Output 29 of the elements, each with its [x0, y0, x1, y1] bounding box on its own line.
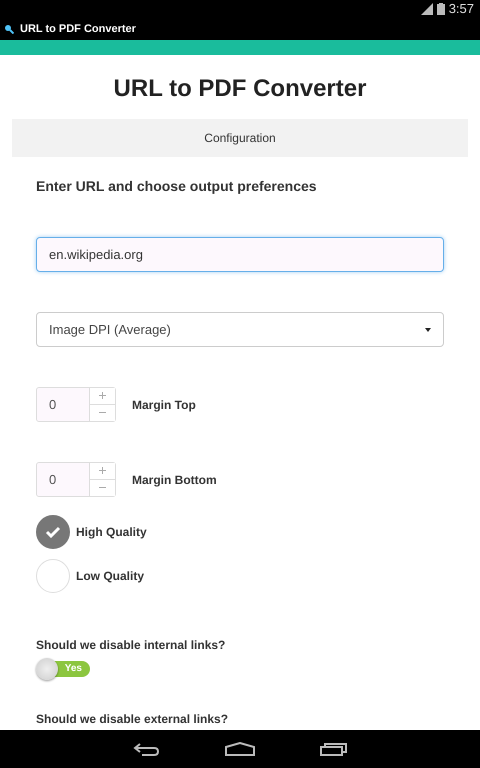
signal-icon: [420, 3, 433, 15]
radio-button[interactable]: [36, 515, 70, 549]
spinner-label: Margin Bottom: [132, 472, 217, 488]
battery-icon: [436, 3, 445, 15]
number-spinner[interactable]: 0: [36, 462, 116, 497]
question-text: Should we disable internal links?: [36, 637, 226, 654]
page-title: URL to PDF Converter: [112, 74, 368, 104]
plus-icon: [99, 392, 106, 400]
increment-button[interactable]: [90, 463, 115, 479]
app-title: URL to PDF Converter: [20, 22, 136, 37]
decrement-button[interactable]: [90, 404, 115, 421]
number-field[interactable]: 0: [37, 388, 89, 421]
question-text: Should we disable external links?: [36, 711, 228, 728]
number-field[interactable]: 0: [37, 463, 89, 496]
form-heading: Enter URL and choose output preferences: [36, 177, 317, 196]
plus-icon: [99, 467, 106, 474]
section-header: Configuration: [12, 119, 468, 157]
caret-icon: [425, 328, 431, 332]
decrement-button[interactable]: [90, 479, 115, 496]
increment-button[interactable]: [90, 388, 115, 404]
radio-label: Low Quality: [76, 568, 144, 585]
radio-label: High Quality: [76, 524, 147, 541]
dpi-select[interactable]: Image DPI (Average): [36, 312, 444, 347]
number-spinner[interactable]: 0: [36, 387, 116, 422]
magnifier-icon: [4, 24, 14, 34]
spinner-label: Margin Top: [132, 396, 196, 414]
clock: 3:57: [448, 0, 474, 18]
check-icon: [45, 526, 61, 538]
url-field[interactable]: en.wikipedia.org: [36, 237, 444, 272]
